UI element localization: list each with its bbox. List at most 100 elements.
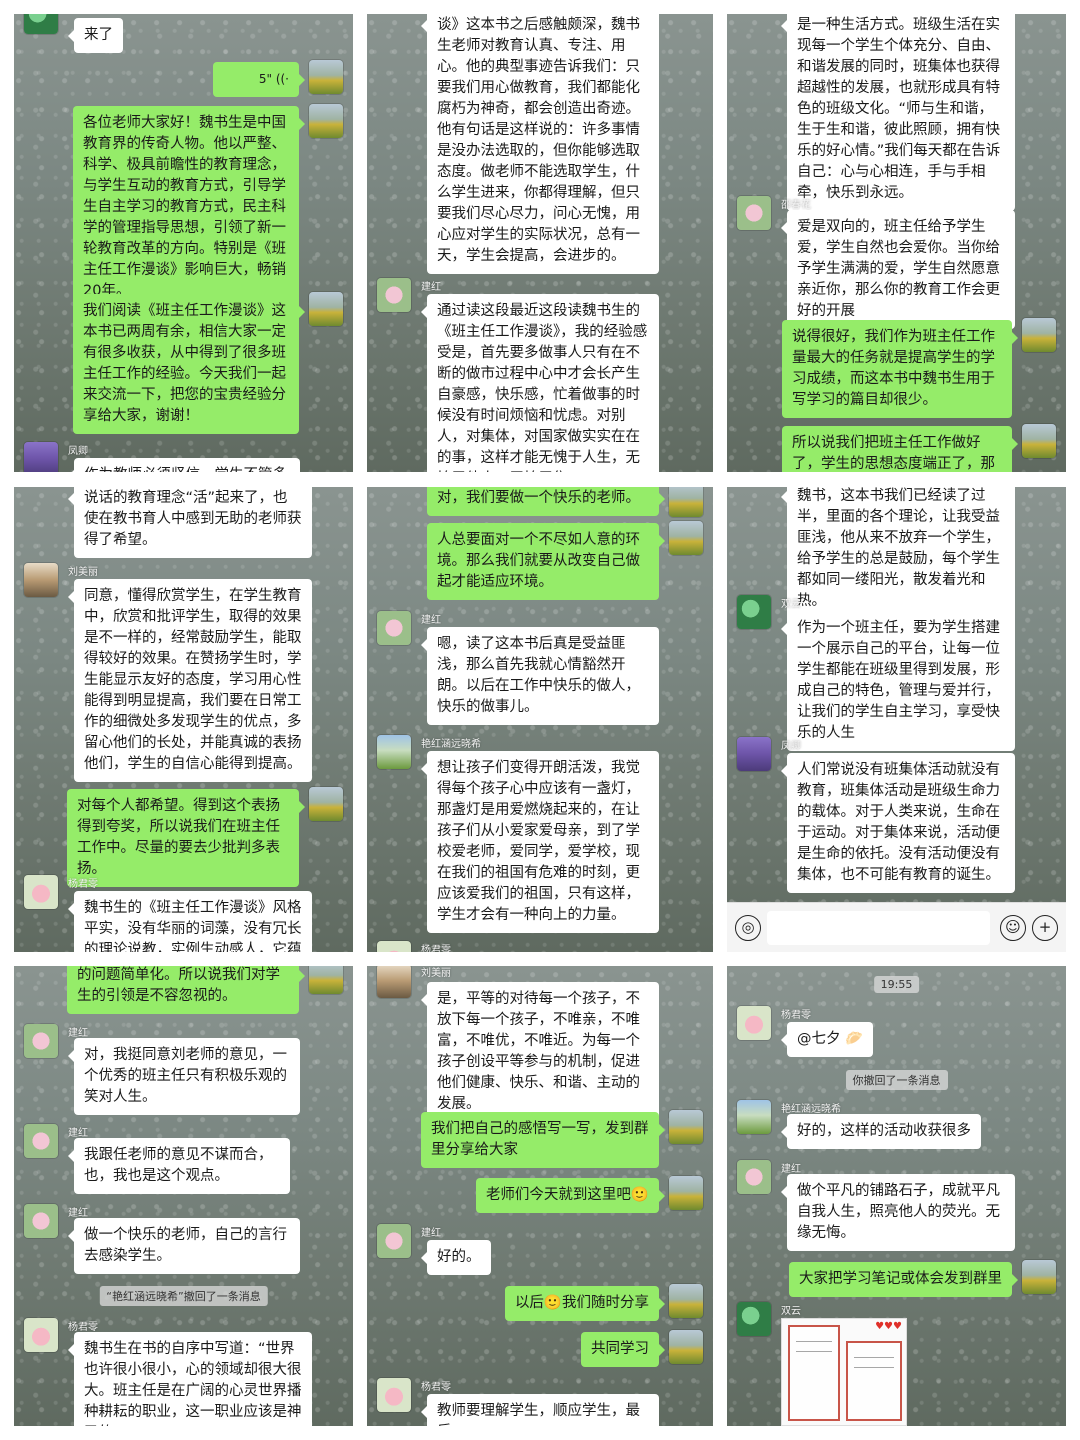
message-bubble: 共同学习: [581, 1332, 665, 1367]
sender-name: 建红: [68, 1208, 88, 1219]
message-bubble: 通过读这段最近这段读魏书生的《班主任工作漫谈》，我的经验感受是，首先要多做事人只…: [421, 294, 659, 472]
sender-name: 杨君零: [68, 1322, 98, 1333]
plus-icon[interactable]: +: [1032, 915, 1058, 941]
avatar[interactable]: [24, 1204, 58, 1238]
voice-message[interactable]: 5" ((·: [213, 62, 305, 97]
avatar[interactable]: [24, 1024, 58, 1058]
sender-name: 建红: [68, 1128, 88, 1139]
avatar[interactable]: [737, 1302, 771, 1336]
avatar[interactable]: [669, 1110, 703, 1144]
chat-panel-2: 谈》这本书之后感触颇深，魏书生老师对教育认真、专注、用心。他的典型事迹告诉我们：…: [367, 14, 713, 472]
chat-panel-4: 说话的教育理念“活”起来了，也使在教书育人中感到无助的老师获得了希望。 刘美丽 …: [14, 487, 353, 952]
avatar[interactable]: [377, 735, 411, 769]
message-bubble: 我跟任老师的意见不谋而合，也，我也是这个观点。: [68, 1138, 290, 1194]
avatar[interactable]: [309, 104, 343, 138]
sender-name: 凤卿: [68, 446, 88, 457]
avatar[interactable]: [24, 1318, 58, 1352]
system-notice: 你撤回了一条消息: [845, 1070, 948, 1090]
avatar[interactable]: [1022, 1260, 1056, 1294]
avatar[interactable]: [309, 292, 343, 326]
sender-name: 艳红涵远晓希: [421, 739, 481, 750]
avatar[interactable]: [377, 966, 411, 998]
input-bar: ◎ ☺ +: [727, 902, 1066, 952]
sender-name: 邵春花: [781, 200, 811, 211]
avatar[interactable]: [669, 1330, 703, 1364]
message-bubble: 教师要理解学生，顺应学生，最后: [421, 1394, 659, 1426]
sender-name: 建红: [68, 1028, 88, 1039]
message-bubble: 对，我挺同意刘老师的意见，一个优秀的班主任只有积极乐观的笑对人生。: [68, 1038, 300, 1115]
document-photo: [788, 1325, 840, 1421]
message-bubble: 爱是双向的，班主任给予学生爱，学生自然也会爱你。当你给予学生满满的爱，学生自然愿…: [781, 210, 1015, 329]
image-message[interactable]: ♥♥♥: [781, 1318, 907, 1426]
sender-name: 杨君零: [421, 945, 451, 952]
message-bubble: 大家把学习笔记或体会发到群里: [789, 1262, 1018, 1297]
message-bubble: 好的，这样的活动收获很多: [781, 1114, 981, 1149]
avatar[interactable]: [737, 595, 771, 629]
message-bubble: 说话的教育理念“活”起来了，也使在教书育人中感到无助的老师获得了希望。: [68, 487, 312, 558]
avatar[interactable]: [1022, 318, 1056, 352]
avatar[interactable]: [309, 966, 343, 994]
avatar[interactable]: [737, 1006, 771, 1040]
avatar[interactable]: [24, 875, 58, 909]
message-bubble: 说得很好，我们作为班主任工作量最大的任务就是提高学生的学习成绩，而这本书中魏书生…: [782, 320, 1018, 418]
message-bubble: 作为一个班主任，要为学生搭建一个展示自己的平台，让每一位学生都能在班级里得到发展…: [781, 611, 1015, 751]
message-bubble: 所以说我们把班主任工作做好了，学生的思想态度端正了，那么成绩: [782, 426, 1018, 472]
message-bubble: 作为教师必须坚信，学生不管多么: [68, 458, 300, 472]
message-bubble: 魏书生在书的自序中写道：“世界也许很小很小，心的领域却很大很大。班主任是在广阔的…: [68, 1332, 312, 1426]
hearts-sticker: ♥♥♥: [875, 1321, 902, 1332]
sender-name: 双云: [781, 599, 801, 610]
avatar[interactable]: [737, 1100, 771, 1134]
message-bubble: 对每个人都希望。得到这个表扬得到夸奖，所以说我们在班主任工作中。尽量的要去少批判…: [67, 789, 305, 887]
message-bubble: 我们阅读《班主任工作漫谈》这本书已两周有余，相信大家一定有很多收获，从中得到了很…: [73, 294, 305, 434]
avatar[interactable]: [24, 442, 58, 472]
message-bubble: 是，平等的对待每一个孩子，不放下每一个孩子，不唯亲，不唯富，不唯优，不唯近。为每…: [421, 982, 659, 1122]
avatar[interactable]: [24, 1124, 58, 1158]
message-bubble: 想让孩子们变得开朗活泼，我觉得每个孩子心中应该有一盏灯，那盏灯是用爱燃烧起来的，…: [421, 751, 659, 933]
avatar[interactable]: [669, 521, 703, 555]
message-bubble: 以后🙂我们随时分享: [504, 1286, 666, 1321]
avatar[interactable]: [737, 1160, 771, 1194]
avatar[interactable]: [377, 1378, 411, 1412]
message-bubble: 好的。: [421, 1240, 491, 1275]
message-bubble: 各位老师大家好！魏书生是中国教育界的传奇人物。他以严整、科学、极具前瞻性的教育理…: [73, 106, 305, 309]
avatar[interactable]: [669, 1284, 703, 1318]
avatar[interactable]: [377, 611, 411, 645]
message-bubble: 我们把自己的感悟写一写，发到群里分享给大家: [421, 1112, 665, 1168]
chat-panel-9: 19:55 杨君零 @七夕 🥟 你撤回了一条消息 艳红涵远晓希 好的，这样的活动…: [727, 966, 1066, 1426]
chat-panel-5: 对，我们要做一个快乐的老师。 人总要面对一个不尽如人意的环境。那么我们就要从改变…: [367, 487, 713, 952]
avatar[interactable]: [669, 487, 703, 517]
message-bubble: 老师们今天就到这里吧🙂: [475, 1178, 666, 1213]
emoji-icon[interactable]: ☺: [1000, 915, 1026, 941]
chat-panel-1: 来了 5" ((· 各位老师大家好！魏书生是中国教育界的传奇人物。他以严整、科学…: [14, 14, 353, 472]
sender-name: 杨君零: [68, 879, 98, 890]
avatar[interactable]: [24, 563, 58, 597]
avatar[interactable]: [309, 787, 343, 821]
sender-name: 刘美丽: [68, 567, 98, 578]
message-bubble: 人们常说没有班集体活动就没有教育，班集体活动是班级生命力的载体。对于人类来说，生…: [781, 753, 1015, 893]
sender-name: 杨君零: [421, 1382, 451, 1393]
avatar[interactable]: [737, 196, 771, 230]
avatar[interactable]: [1022, 424, 1056, 458]
system-notice: “艳红涵远晓希”撤回了一条消息: [99, 1286, 268, 1306]
avatar[interactable]: [24, 14, 58, 34]
avatar[interactable]: [377, 278, 411, 312]
chat-panel-3: 是一种生活方式。班级生活在实现每一个学生个体充分、自由、和谐发展的同时，班集体也…: [727, 14, 1066, 472]
sender-name: 建红: [421, 1228, 441, 1239]
voice-toggle-icon[interactable]: ◎: [735, 915, 761, 941]
message-bubble: @七夕 🥟: [780, 1022, 874, 1057]
avatar[interactable]: [377, 941, 411, 952]
avatar[interactable]: [737, 737, 771, 771]
message-bubble: 魏书，这本书我们已经读了过半，里面的各个理论，让我受益匪浅，他从来不放弃一个学生…: [781, 487, 1015, 619]
message-input[interactable]: [767, 911, 990, 945]
avatar[interactable]: [669, 1176, 703, 1210]
message-bubble: 做个平凡的铺路石子，成就平凡自我人生，照亮他人的荧光。无缘无悔。: [781, 1174, 1015, 1251]
message-bubble: 的问题简单化。所以说我们对学生的引领是不容忽视的。: [67, 966, 305, 1014]
message-bubble: 同意，懂得欣赏学生，在学生教育中，欣赏和批评学生，取得的效果是不一样的，经常鼓励…: [68, 579, 312, 782]
avatar[interactable]: [309, 60, 343, 94]
message-bubble: 魏书生的《班主任工作漫谈》风格平实，没有华丽的词藻，没有冗长的理论说教，实例生动…: [68, 891, 312, 952]
message-bubble: 谈》这本书之后感触颇深，魏书生老师对教育认真、专注、用心。他的典型事迹告诉我们：…: [421, 14, 659, 274]
sender-name: 建红: [781, 1164, 801, 1175]
message-bubble: 是一种生活方式。班级生活在实现每一个学生个体充分、自由、和谐发展的同时，班集体也…: [781, 14, 1015, 211]
avatar[interactable]: [377, 1224, 411, 1258]
sender-name: 建红: [421, 615, 441, 626]
